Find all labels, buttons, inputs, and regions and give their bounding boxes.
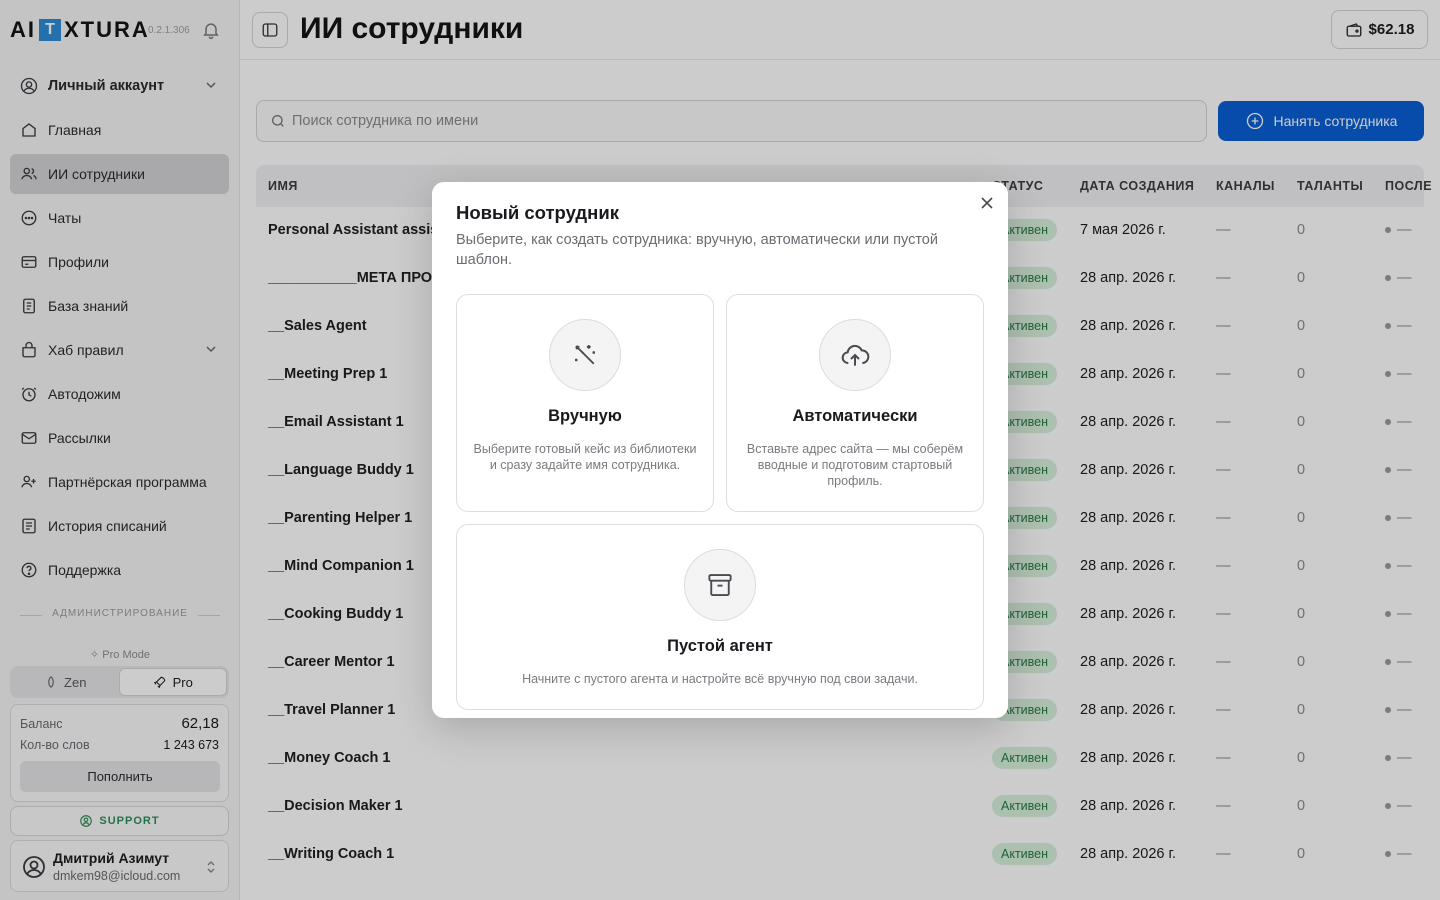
cloud-upload-icon: [819, 319, 891, 391]
option-manual[interactable]: Вручную Выберите готовый кейс из библиот…: [456, 294, 714, 512]
dialog-title: Новый сотрудник: [456, 202, 619, 223]
dialog-subtitle: Выберите, как создать сотрудника: вручну…: [456, 232, 938, 268]
archive-box-icon: [684, 549, 756, 621]
option-auto-title: Автоматически: [792, 407, 918, 425]
option-manual-desc: Выберите готовый кейс из библиотеки и ср…: [473, 442, 697, 472]
wand-icon: [549, 319, 621, 391]
option-empty-desc: Начните с пустого агента и настройте всё…: [522, 672, 918, 686]
option-auto-desc: Вставьте адрес сайта — мы соберём вводны…: [746, 442, 964, 488]
option-empty-title: Пустой агент: [667, 637, 773, 655]
option-manual-title: Вручную: [548, 407, 622, 425]
close-icon[interactable]: [978, 194, 996, 212]
new-employee-dialog: Новый сотрудник Выберите, как создать со…: [432, 182, 1008, 718]
option-empty-agent[interactable]: Пустой агент Начните с пустого агента и …: [456, 524, 984, 710]
option-auto[interactable]: Автоматически Вставьте адрес сайта — мы …: [726, 294, 984, 512]
